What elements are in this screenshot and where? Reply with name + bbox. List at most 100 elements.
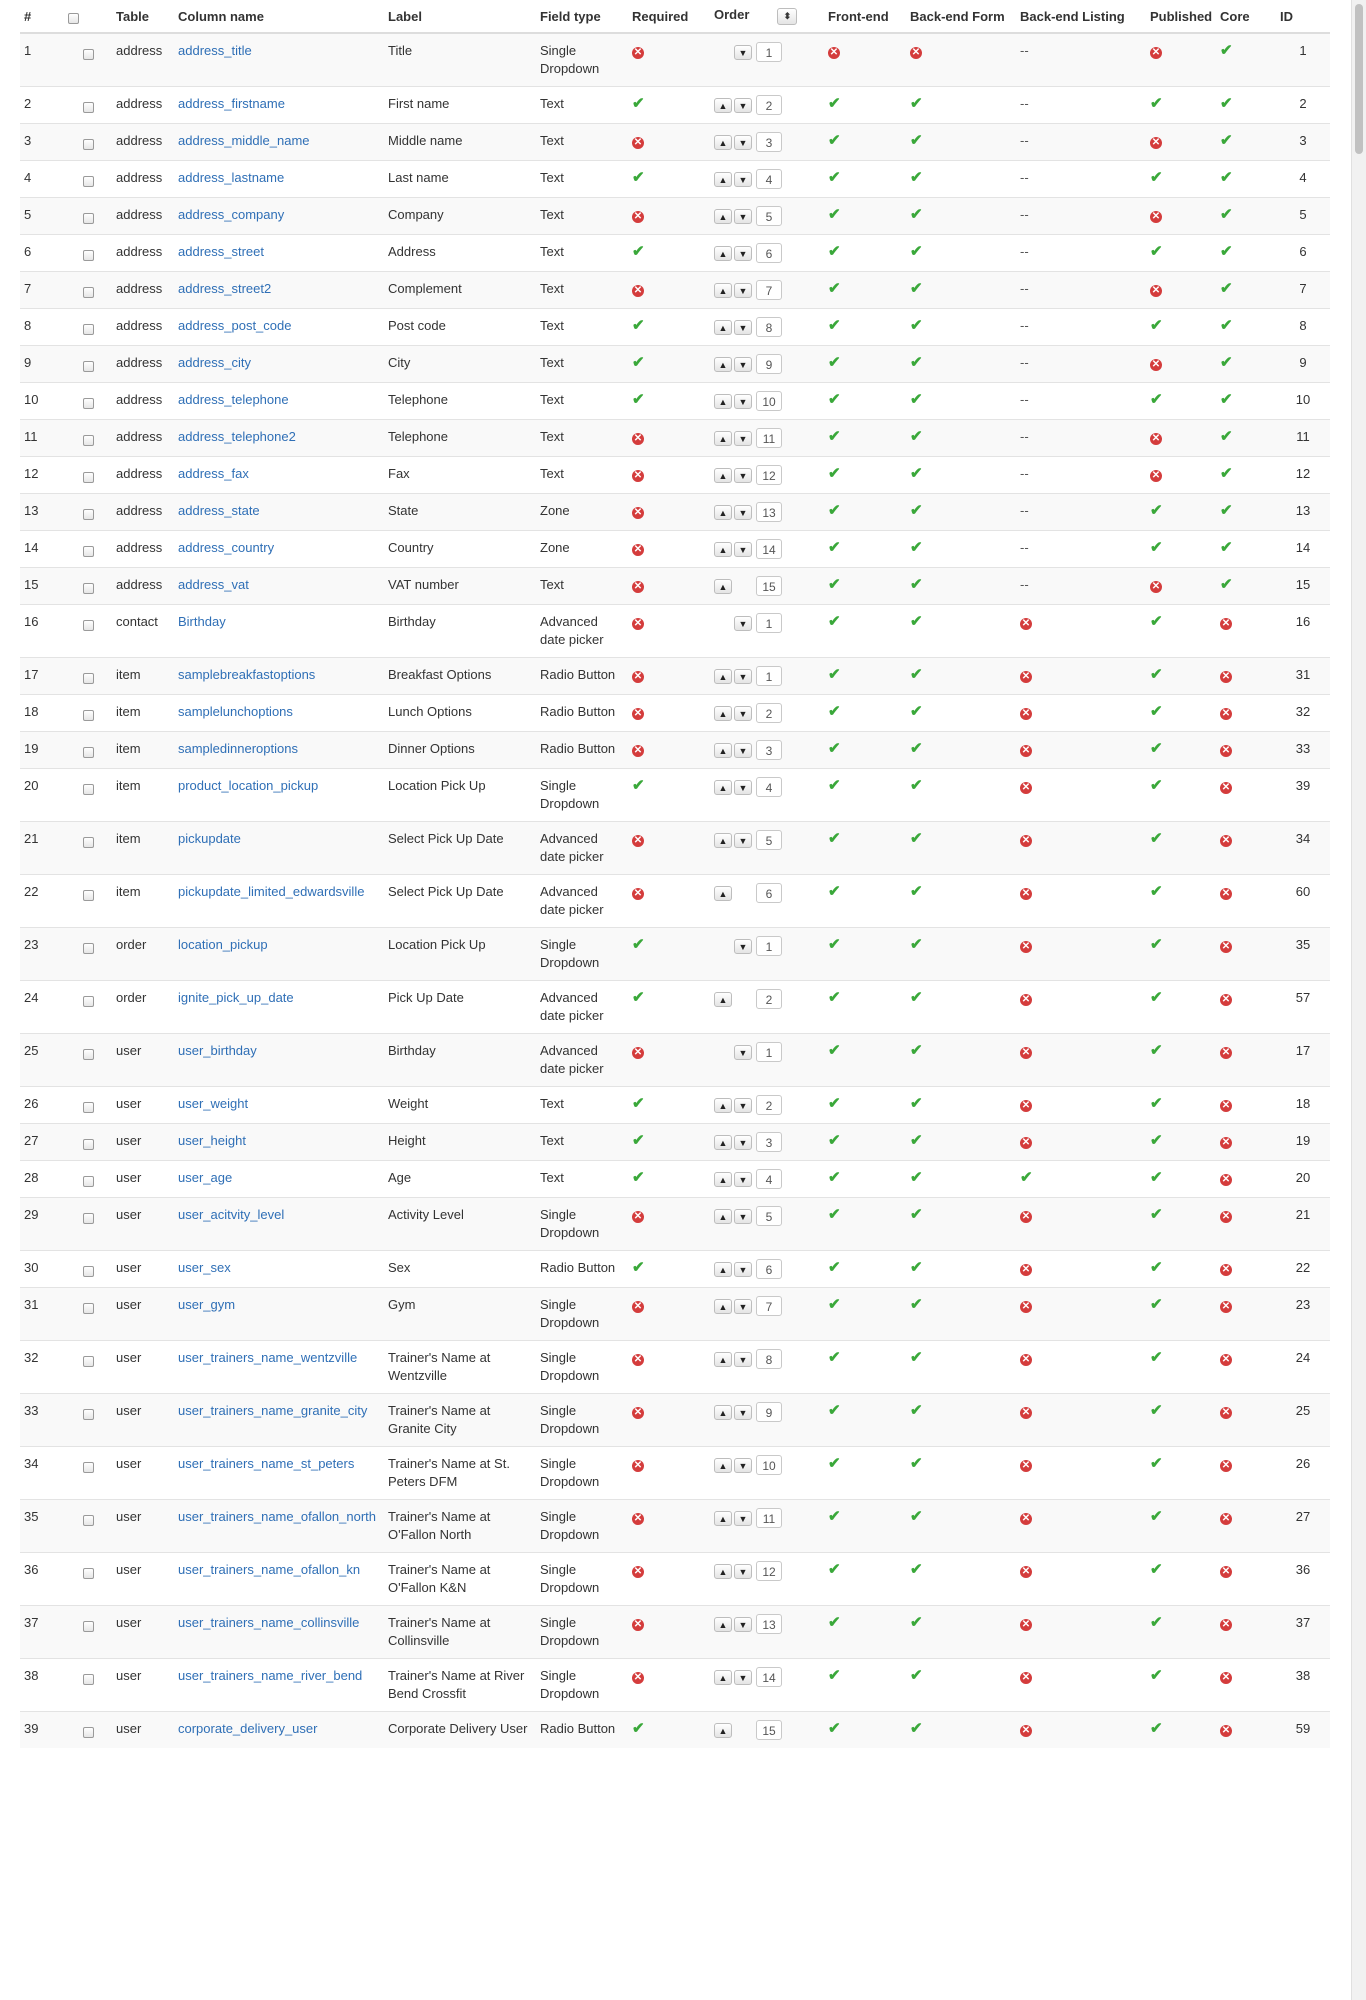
column-name-link[interactable]: samplebreakfastoptions <box>178 667 315 682</box>
row-checkbox[interactable] <box>82 709 94 721</box>
order-input[interactable]: 10 <box>756 391 782 411</box>
check-icon[interactable]: ✔ <box>632 1095 645 1113</box>
check-icon[interactable]: ✔ <box>910 989 923 1007</box>
order-input[interactable]: 7 <box>756 1296 782 1316</box>
cross-circle-icon[interactable]: ✕ <box>910 46 922 59</box>
cross-circle-icon[interactable]: ✕ <box>1150 136 1162 149</box>
move-up-chevron-up-icon[interactable]: ▲ <box>714 1616 732 1632</box>
check-icon[interactable]: ✔ <box>1150 1132 1163 1150</box>
move-down-chevron-down-icon[interactable]: ▼ <box>734 1134 752 1150</box>
col-select-all-header[interactable] <box>64 0 112 34</box>
check-icon[interactable]: ✔ <box>828 1614 841 1632</box>
column-name-link[interactable]: corporate_delivery_user <box>178 1721 317 1736</box>
column-name-link[interactable]: user_gym <box>178 1297 235 1312</box>
move-down-chevron-down-icon[interactable]: ▼ <box>734 97 752 113</box>
col-table-header[interactable]: Table <box>112 0 174 34</box>
check-icon[interactable]: ✔ <box>1150 1095 1163 1113</box>
col-id-header[interactable]: ID <box>1276 0 1330 34</box>
check-icon[interactable]: ✔ <box>828 243 841 261</box>
check-icon[interactable]: ✔ <box>632 354 645 372</box>
order-input[interactable]: 14 <box>756 539 782 559</box>
cross-circle-icon[interactable]: ✕ <box>632 1512 644 1525</box>
order-input[interactable]: 8 <box>756 317 782 337</box>
column-name-link[interactable]: pickupdate <box>178 831 241 846</box>
move-down-chevron-down-icon[interactable]: ▼ <box>734 1563 752 1579</box>
move-down-chevron-down-icon[interactable]: ▼ <box>734 1616 752 1632</box>
order-input[interactable]: 3 <box>756 740 782 760</box>
cross-circle-icon[interactable]: ✕ <box>1020 834 1032 847</box>
check-icon[interactable]: ✔ <box>1150 1667 1163 1685</box>
check-icon[interactable]: ✔ <box>910 740 923 758</box>
check-icon[interactable]: ✔ <box>910 243 923 261</box>
cross-circle-icon[interactable]: ✕ <box>632 469 644 482</box>
check-icon[interactable]: ✔ <box>910 428 923 446</box>
move-down-chevron-down-icon[interactable]: ▼ <box>734 356 752 372</box>
move-down-chevron-down-icon[interactable]: ▼ <box>734 134 752 150</box>
move-down-chevron-down-icon[interactable]: ▼ <box>734 742 752 758</box>
move-up-chevron-up-icon[interactable]: ▲ <box>714 578 732 594</box>
move-down-chevron-down-icon[interactable]: ▼ <box>734 832 752 848</box>
column-name-link[interactable]: address_post_code <box>178 318 291 333</box>
row-checkbox[interactable] <box>82 138 94 150</box>
row-checkbox[interactable] <box>82 434 94 446</box>
move-down-chevron-down-icon[interactable]: ▼ <box>734 467 752 483</box>
order-input[interactable]: 6 <box>756 243 782 263</box>
col-order-header[interactable]: Order ⬍ <box>710 0 824 34</box>
order-input[interactable]: 15 <box>756 576 782 596</box>
row-checkbox[interactable] <box>82 1138 94 1150</box>
column-name-link[interactable]: address_title <box>178 43 252 58</box>
check-icon[interactable]: ✔ <box>910 1206 923 1224</box>
move-up-chevron-up-icon[interactable]: ▲ <box>714 885 732 901</box>
move-down-chevron-down-icon[interactable]: ▼ <box>734 705 752 721</box>
order-input[interactable]: 13 <box>756 1614 782 1634</box>
move-down-chevron-down-icon[interactable]: ▼ <box>734 1261 752 1277</box>
check-icon[interactable]: ✔ <box>828 1095 841 1113</box>
move-down-chevron-down-icon[interactable]: ▼ <box>734 282 752 298</box>
cross-circle-icon[interactable]: ✕ <box>1020 781 1032 794</box>
row-checkbox[interactable] <box>82 508 94 520</box>
row-checkbox[interactable] <box>82 582 94 594</box>
cross-circle-icon[interactable]: ✕ <box>632 670 644 683</box>
check-icon[interactable]: ✔ <box>1150 1720 1163 1738</box>
move-down-chevron-down-icon[interactable]: ▼ <box>734 171 752 187</box>
order-input[interactable]: 1 <box>756 613 782 633</box>
order-input[interactable]: 5 <box>756 206 782 226</box>
move-up-chevron-up-icon[interactable]: ▲ <box>714 1298 732 1314</box>
check-icon[interactable]: ✔ <box>828 989 841 1007</box>
check-icon[interactable]: ✔ <box>632 936 645 954</box>
cross-circle-icon[interactable]: ✕ <box>632 1300 644 1313</box>
check-icon[interactable]: ✔ <box>910 391 923 409</box>
check-icon[interactable]: ✔ <box>910 883 923 901</box>
check-icon[interactable]: ✔ <box>910 1455 923 1473</box>
order-input[interactable]: 3 <box>756 1132 782 1152</box>
check-icon[interactable]: ✔ <box>910 1667 923 1685</box>
check-icon[interactable]: ✔ <box>910 666 923 684</box>
col-label-header[interactable]: Label <box>384 0 536 34</box>
check-icon[interactable]: ✔ <box>910 1720 923 1738</box>
check-icon[interactable]: ✔ <box>1150 1508 1163 1526</box>
check-icon[interactable]: ✔ <box>1150 391 1163 409</box>
order-input[interactable]: 7 <box>756 280 782 300</box>
move-up-chevron-up-icon[interactable]: ▲ <box>714 1134 732 1150</box>
cross-circle-icon[interactable]: ✕ <box>632 744 644 757</box>
order-input[interactable]: 12 <box>756 1561 782 1581</box>
row-checkbox[interactable] <box>82 1726 94 1738</box>
column-name-link[interactable]: address_vat <box>178 577 249 592</box>
cross-circle-icon[interactable]: ✕ <box>1020 1406 1032 1419</box>
cross-circle-icon[interactable]: ✕ <box>1020 1565 1032 1578</box>
cross-circle-icon[interactable]: ✕ <box>632 136 644 149</box>
move-up-chevron-up-icon[interactable]: ▲ <box>714 97 732 113</box>
row-checkbox[interactable] <box>82 1048 94 1060</box>
check-icon[interactable]: ✔ <box>828 1667 841 1685</box>
row-checkbox[interactable] <box>82 175 94 187</box>
cross-circle-icon[interactable]: ✕ <box>1020 1724 1032 1737</box>
cross-circle-icon[interactable]: ✕ <box>828 46 840 59</box>
check-icon[interactable]: ✔ <box>1150 539 1163 557</box>
move-up-chevron-up-icon[interactable]: ▲ <box>714 319 732 335</box>
check-icon[interactable]: ✔ <box>910 95 923 113</box>
check-icon[interactable]: ✔ <box>910 169 923 187</box>
check-icon[interactable]: ✔ <box>632 169 645 187</box>
row-checkbox[interactable] <box>82 672 94 684</box>
row-checkbox[interactable] <box>82 1265 94 1277</box>
cross-circle-icon[interactable]: ✕ <box>1150 469 1162 482</box>
